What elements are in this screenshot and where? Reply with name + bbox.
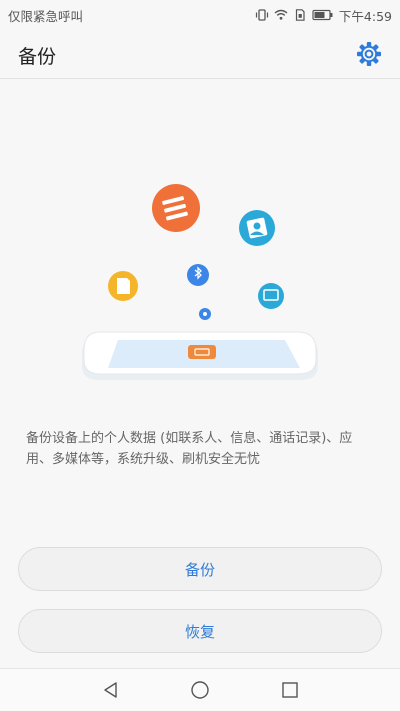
backup-illustration <box>82 184 318 380</box>
vibrate-icon <box>255 9 269 21</box>
back-icon[interactable] <box>101 680 121 700</box>
page-title: 备份 <box>18 46 57 68</box>
recents-icon[interactable] <box>280 680 300 700</box>
status-icons: 下午4:59 <box>255 5 392 25</box>
gear-icon[interactable] <box>356 41 382 67</box>
cyan-display-icon <box>258 283 284 309</box>
wifi-icon <box>274 9 288 20</box>
storage-chip-icon <box>188 345 216 359</box>
orange-list-icon <box>152 184 200 232</box>
blue-bluetooth-icon <box>187 264 209 286</box>
app-bar: 备份 <box>0 30 400 79</box>
backup-button[interactable]: 备份 <box>18 547 382 591</box>
carrier-text: 仅限紧急呼叫 <box>8 9 84 24</box>
sim-icon <box>295 9 305 21</box>
yellow-sd-icon <box>108 271 138 301</box>
status-time: 下午4:59 <box>338 8 392 24</box>
navigation-bar <box>0 668 400 711</box>
status-bar: 仅限紧急呼叫 下午4:59 <box>0 0 400 30</box>
blue-dot-icon <box>199 308 211 320</box>
backup-description: 备份设备上的个人数据 (如联系人、信息、通话记录)、应用、多媒体等，系统升级、刷… <box>26 431 353 467</box>
restore-button[interactable]: 恢复 <box>18 609 382 653</box>
cyan-contacts-icon <box>239 210 275 246</box>
home-icon[interactable] <box>190 680 210 700</box>
battery-icon <box>312 9 333 21</box>
